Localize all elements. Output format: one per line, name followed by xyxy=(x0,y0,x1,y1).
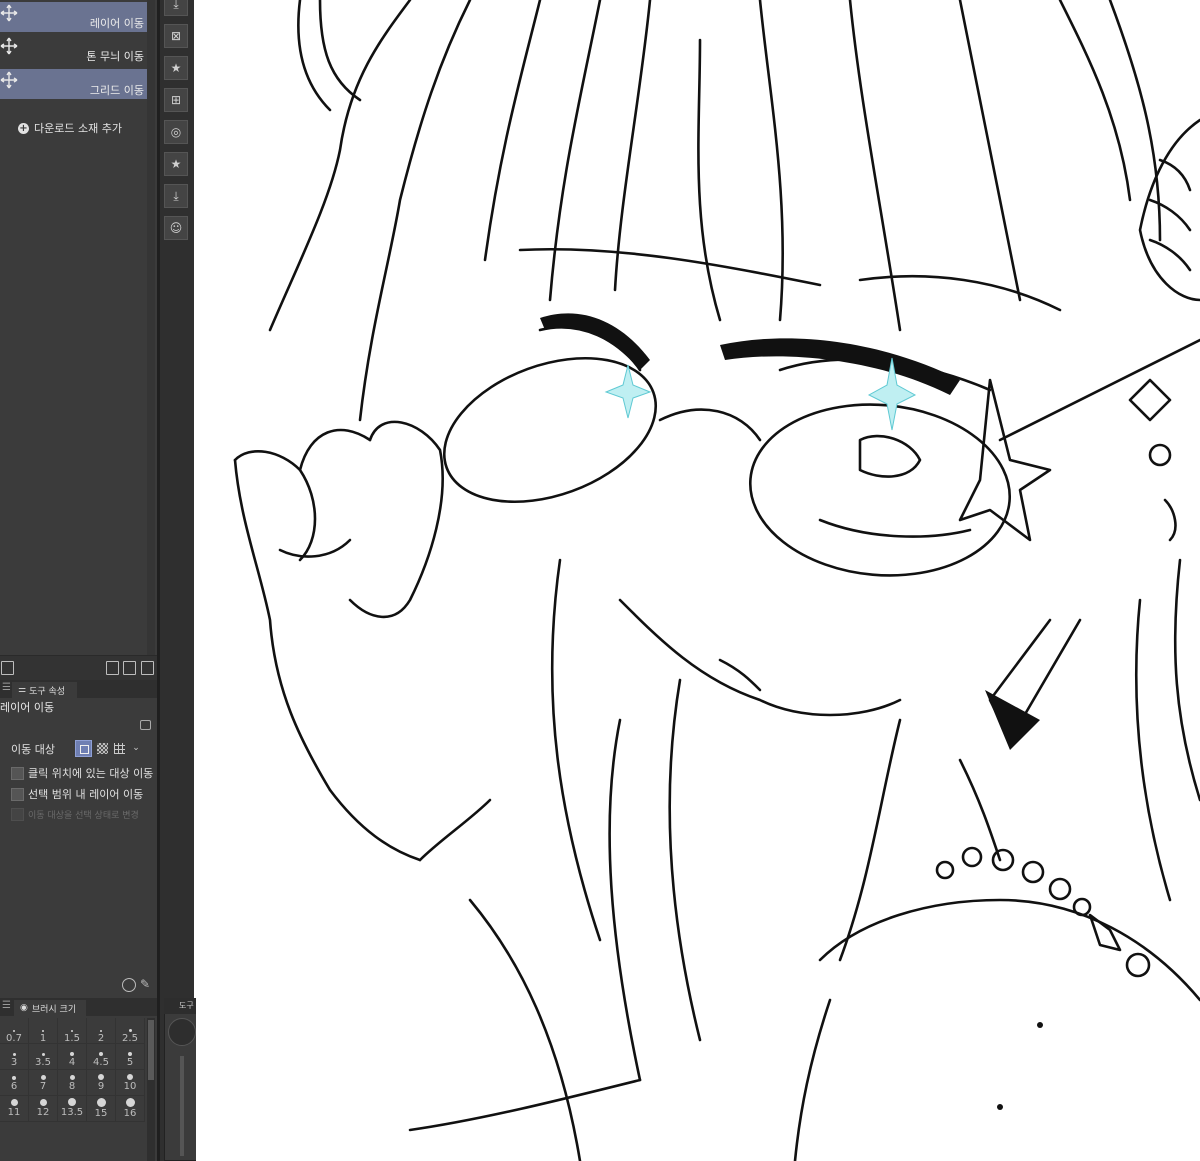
color-slider[interactable] xyxy=(180,1056,184,1156)
move-target-layer-button[interactable] xyxy=(75,740,92,757)
add-download-material-button[interactable]: + 다운로드 소재 추가 xyxy=(18,120,122,136)
reset-icon[interactable] xyxy=(122,978,136,992)
grid-icon[interactable]: ⊞ xyxy=(164,88,188,112)
brush-size-grid: 0.7 1 1.5 2 2.5 3 3.5 4 4.5 5 6 7 8 9 10… xyxy=(0,1018,145,1122)
star-icon[interactable]: ★ xyxy=(164,56,188,80)
subtool-item-layer-move[interactable]: 레이어 이동 xyxy=(0,2,147,32)
tab-tool-property[interactable]: ⚌ 도구 속성 xyxy=(12,682,77,698)
option-select-moved-target: 이동 대상을 선택 상태로 변경 xyxy=(11,808,139,821)
subtool-panel xyxy=(0,0,157,683)
subtool-settings-icon[interactable] xyxy=(1,661,14,675)
brush-size-cell[interactable]: 2.5 xyxy=(116,1018,145,1044)
sliders-icon: ⚌ xyxy=(18,685,27,695)
move-target-grid-button[interactable] xyxy=(111,740,128,757)
brush-size-cell[interactable]: 5 xyxy=(116,1044,145,1070)
move-target-tone-button[interactable] xyxy=(94,740,111,757)
drawing-canvas[interactable] xyxy=(196,0,1200,1161)
close-x-icon[interactable]: ⊠ xyxy=(164,24,188,48)
person-icon[interactable]: ☺ xyxy=(164,216,188,240)
tab-label: 브러시 크기 xyxy=(31,1004,77,1015)
checkbox[interactable] xyxy=(11,766,24,780)
checkbox[interactable] xyxy=(11,787,24,801)
plus-circle-icon: + xyxy=(18,122,29,134)
trash-icon[interactable] xyxy=(141,661,154,675)
brush-size-cell[interactable]: 15 xyxy=(87,1096,116,1122)
brush-size-cell[interactable]: 6 xyxy=(0,1070,29,1096)
option-move-layers-in-selection[interactable]: 선택 범위 내 레이어 이동 xyxy=(11,786,143,802)
color-panel-title: 도구 xyxy=(179,1001,194,1010)
import-subtool-icon[interactable] xyxy=(106,661,119,675)
brush-size-cell[interactable]: 9 xyxy=(87,1070,116,1096)
checkbox xyxy=(11,808,24,821)
brush-size-scroll-thumb[interactable] xyxy=(148,1020,154,1080)
brush-size-cell[interactable]: 4.5 xyxy=(87,1044,116,1070)
move-target-label: 이동 대상 xyxy=(11,743,55,756)
brush-size-cell[interactable]: 11 xyxy=(0,1096,29,1122)
subtool-item-label: 톤 무늬 이동 xyxy=(86,50,144,63)
brush-size-cell[interactable]: 3 xyxy=(0,1044,29,1070)
option-label: 클릭 위치에 있는 대상 이동 xyxy=(28,767,154,780)
move-arrows-icon xyxy=(0,37,18,55)
subtool-item-grid-move[interactable]: 그리드 이동 xyxy=(0,69,147,99)
option-label: 이동 대상을 선택 상태로 변경 xyxy=(28,811,139,821)
brush-size-cell[interactable]: 4 xyxy=(58,1044,87,1070)
wrench-icon[interactable]: ✎ xyxy=(140,977,150,991)
brush-size-cell[interactable]: 0.7 xyxy=(0,1018,29,1044)
tab-brush-size[interactable]: ◉ 브러시 크기 xyxy=(14,1000,86,1016)
subtool-footer xyxy=(0,655,157,680)
menu-icon[interactable]: ☰ xyxy=(2,682,11,693)
subtool-item-tone-move[interactable]: 톤 무늬 이동 xyxy=(0,35,147,65)
subtool-scrollbar[interactable] xyxy=(147,0,155,655)
tool-property-panel xyxy=(0,680,157,998)
lock-icon[interactable] xyxy=(140,720,151,730)
tab-label: 도구 속성 xyxy=(29,686,66,697)
tool-property-title: 레이어 이동 xyxy=(0,701,55,714)
subtool-item-label: 그리드 이동 xyxy=(89,84,144,97)
subtool-item-label: 레이어 이동 xyxy=(89,17,144,30)
brush-size-cell[interactable]: 8 xyxy=(58,1070,87,1096)
menu-icon[interactable]: ☰ xyxy=(2,1000,11,1011)
brush-size-cell[interactable]: 1.5 xyxy=(58,1018,87,1044)
brush-size-cell[interactable]: 3.5 xyxy=(29,1044,58,1070)
option-move-clicked-target[interactable]: 클릭 위치에 있는 대상 이동 xyxy=(11,765,153,781)
brush-icon: ◉ xyxy=(20,1003,28,1013)
brush-size-cell[interactable]: 1 xyxy=(29,1018,58,1044)
download-icon[interactable]: ⤓ xyxy=(164,184,188,208)
brush-size-cell[interactable]: 13.5 xyxy=(58,1096,87,1122)
brush-size-cell[interactable]: 12 xyxy=(29,1096,58,1122)
move-arrows-icon xyxy=(0,4,18,22)
move-arrows-icon xyxy=(0,71,18,89)
brush-size-cell[interactable]: 7 xyxy=(29,1070,58,1096)
chevron-down-icon[interactable]: ⌄ xyxy=(129,740,143,757)
brush-size-cell[interactable]: 2 xyxy=(87,1018,116,1044)
star-icon[interactable]: ★ xyxy=(164,152,188,176)
duplicate-subtool-icon[interactable] xyxy=(123,661,136,675)
brush-size-cell[interactable]: 10 xyxy=(116,1070,145,1096)
download-icon[interactable]: ⤓ xyxy=(164,0,188,16)
main-color-swatch[interactable] xyxy=(168,1018,196,1046)
brush-size-cell[interactable]: 16 xyxy=(116,1096,145,1122)
add-material-label: 다운로드 소재 추가 xyxy=(34,122,122,135)
option-label: 선택 범위 내 레이어 이동 xyxy=(28,788,144,801)
material-icon[interactable]: ◎ xyxy=(164,120,188,144)
